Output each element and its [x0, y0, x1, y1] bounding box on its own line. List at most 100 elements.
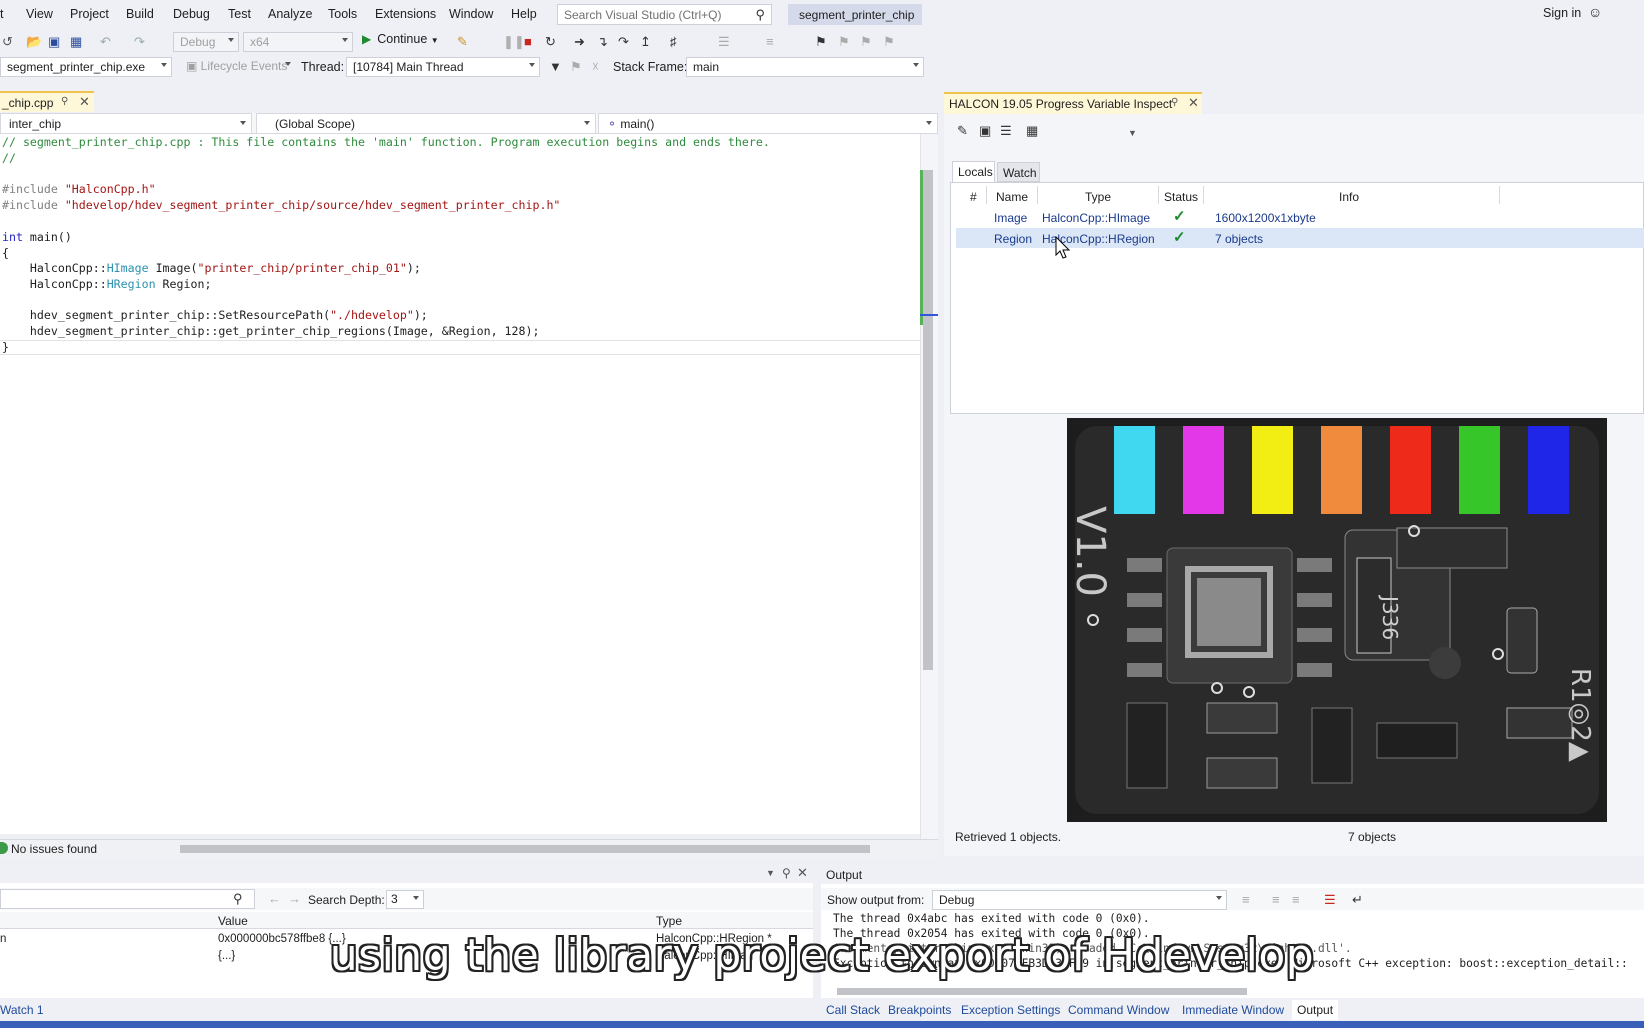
- editor-horizontal-scrollbar[interactable]: [180, 845, 870, 853]
- lifecycle-events-dropdown[interactable]: ▣ Lifecycle Events: [180, 57, 295, 77]
- prev-bookmark-icon[interactable]: ⚑: [838, 34, 850, 50]
- pin-icon[interactable]: ⚲: [61, 96, 68, 107]
- column-header-index[interactable]: #: [970, 190, 977, 204]
- flag-thread-icon[interactable]: ⚑: [570, 59, 582, 75]
- menu-window[interactable]: Window: [449, 7, 493, 21]
- clear-all-icon[interactable]: ☰: [1324, 892, 1336, 908]
- sign-in-link[interactable]: Sign in: [1543, 6, 1581, 20]
- undo-icon[interactable]: ↶: [100, 34, 111, 50]
- comment-icon[interactable]: ☰: [718, 34, 730, 50]
- navigate-icon[interactable]: ↺: [2, 34, 13, 50]
- word-wrap-icon[interactable]: ↵: [1352, 892, 1363, 908]
- scrollbar-thumb[interactable]: [923, 170, 933, 670]
- object-count: 7 objects: [1348, 830, 1397, 844]
- stop-icon[interactable]: ■: [524, 34, 532, 49]
- process-dropdown[interactable]: segment_printer_chip.exe: [0, 57, 172, 77]
- column-header-name[interactable]: Name: [996, 190, 1028, 204]
- stack-frame-value: main: [693, 60, 720, 74]
- scope-dropdown[interactable]: (Global Scope): [256, 113, 596, 134]
- step-over-icon[interactable]: ↷: [618, 34, 629, 50]
- settings-icon[interactable]: ▦: [1026, 123, 1038, 139]
- attach-icon[interactable]: ✎: [457, 34, 468, 50]
- bookmark-icon[interactable]: ⚑: [815, 34, 827, 50]
- brush-icon[interactable]: ✎: [957, 123, 968, 139]
- next-bookmark-icon[interactable]: ⚑: [860, 34, 872, 50]
- prev-message-icon[interactable]: ≡: [1272, 892, 1280, 907]
- next-message-icon[interactable]: ≡: [1292, 892, 1300, 907]
- pause-icon[interactable]: ❚❚: [503, 34, 525, 50]
- tab-immediate-window[interactable]: Immediate Window: [1182, 1003, 1284, 1017]
- search-forward-icon[interactable]: →: [288, 891, 301, 906]
- tab-command-window[interactable]: Command Window: [1068, 1003, 1169, 1017]
- tab-output[interactable]: Output: [1292, 1000, 1339, 1020]
- close-icon[interactable]: ✕: [1188, 95, 1199, 111]
- user-icon[interactable]: ☺: [1588, 4, 1602, 20]
- configuration-dropdown[interactable]: Debug: [173, 32, 239, 52]
- column-header-value[interactable]: Value: [218, 914, 248, 928]
- thread-label: Thread:: [301, 60, 345, 74]
- menu-build[interactable]: Build: [126, 7, 154, 21]
- watch-search-input[interactable]: ⚲: [0, 889, 255, 909]
- search-input[interactable]: Search Visual Studio (Ctrl+Q) ⚲: [557, 4, 772, 25]
- menu-extensions[interactable]: Extensions: [375, 7, 436, 21]
- menu-analyze[interactable]: Analyze: [268, 7, 312, 21]
- save-all-icon[interactable]: ▦: [70, 34, 82, 50]
- function-dropdown[interactable]: ⚬ main(): [598, 113, 938, 134]
- menu-project[interactable]: Project: [70, 7, 109, 21]
- tab-exception-settings[interactable]: Exception Settings: [961, 1003, 1060, 1017]
- indent-icon[interactable]: ≡: [766, 34, 774, 49]
- overflow-icon[interactable]: ▼: [1128, 128, 1137, 138]
- column-header-info[interactable]: Info: [1339, 190, 1359, 204]
- tab-watch-1[interactable]: Watch 1: [0, 1003, 44, 1017]
- menu-edit[interactable]: t: [0, 7, 3, 21]
- hex-display-icon[interactable]: ♯: [670, 34, 677, 49]
- find-message-icon[interactable]: ≡: [1242, 892, 1250, 907]
- menu-help[interactable]: Help: [511, 7, 537, 21]
- tab-segment-printer-chip-cpp[interactable]: _chip.cpp ⚲ ✕: [0, 91, 94, 112]
- function-icon: ⚬: [607, 117, 621, 131]
- continue-button[interactable]: ▶ Continue ▼: [362, 32, 439, 46]
- image-view-icon[interactable]: ▣: [979, 123, 991, 139]
- stack-frame-dropdown[interactable]: main: [686, 57, 924, 77]
- layers-icon[interactable]: ☰: [1000, 123, 1012, 139]
- search-depth-dropdown[interactable]: 3: [386, 890, 424, 909]
- restart-icon[interactable]: ↻: [545, 34, 556, 50]
- tab-halcon-variable-inspect[interactable]: HALCON 19.05 Progress Variable Inspect ⚲…: [944, 92, 1202, 114]
- filter-icon[interactable]: ▼: [549, 59, 562, 74]
- open-folder-icon[interactable]: 📂: [26, 34, 42, 50]
- close-icon[interactable]: ✕: [79, 94, 90, 110]
- close-icon[interactable]: ✕: [797, 865, 808, 881]
- search-back-icon[interactable]: ←: [268, 891, 281, 906]
- clear-bookmarks-icon[interactable]: ⚑: [883, 34, 895, 50]
- collapse-icon[interactable]: ☓: [592, 59, 599, 75]
- output-horizontal-scrollbar[interactable]: [837, 988, 1247, 995]
- menu-debug[interactable]: Debug: [173, 7, 210, 21]
- tab-call-stack[interactable]: Call Stack: [826, 1003, 880, 1017]
- step-out-icon[interactable]: ↥: [640, 34, 651, 50]
- redo-icon[interactable]: ↷: [134, 34, 145, 50]
- save-icon[interactable]: ▣: [48, 34, 60, 50]
- step-into-icon[interactable]: ↴: [597, 34, 608, 50]
- show-next-statement-icon[interactable]: ➜: [574, 34, 585, 50]
- menu-tools[interactable]: Tools: [328, 7, 357, 21]
- document-tab-well: [0, 87, 938, 113]
- region-image-viewer[interactable]: V1.0 J336 R1◎2▲: [1067, 418, 1607, 822]
- tab-locals[interactable]: Locals: [952, 161, 995, 182]
- column-header-type[interactable]: Type: [656, 914, 682, 928]
- code-editor[interactable]: [0, 134, 920, 834]
- pin-icon[interactable]: ⚲: [1171, 97, 1178, 108]
- project-dropdown[interactable]: inter_chip: [0, 113, 252, 134]
- dropdown-icon[interactable]: ▼: [766, 868, 775, 878]
- pin-icon[interactable]: ⚲: [782, 866, 791, 880]
- tab-breakpoints[interactable]: Breakpoints: [888, 1003, 951, 1017]
- menu-test[interactable]: Test: [228, 7, 251, 21]
- issues-indicator[interactable]: No issues found: [0, 842, 97, 856]
- menu-view[interactable]: View: [26, 7, 53, 21]
- chevron-down-icon: ▼: [430, 36, 439, 45]
- platform-dropdown[interactable]: x64: [243, 32, 353, 52]
- tab-watch[interactable]: Watch: [997, 162, 1040, 182]
- output-source-dropdown[interactable]: Debug: [932, 890, 1227, 910]
- column-header-status[interactable]: Status: [1164, 190, 1198, 204]
- thread-dropdown[interactable]: [10784] Main Thread: [346, 57, 540, 77]
- column-header-type[interactable]: Type: [1085, 190, 1111, 204]
